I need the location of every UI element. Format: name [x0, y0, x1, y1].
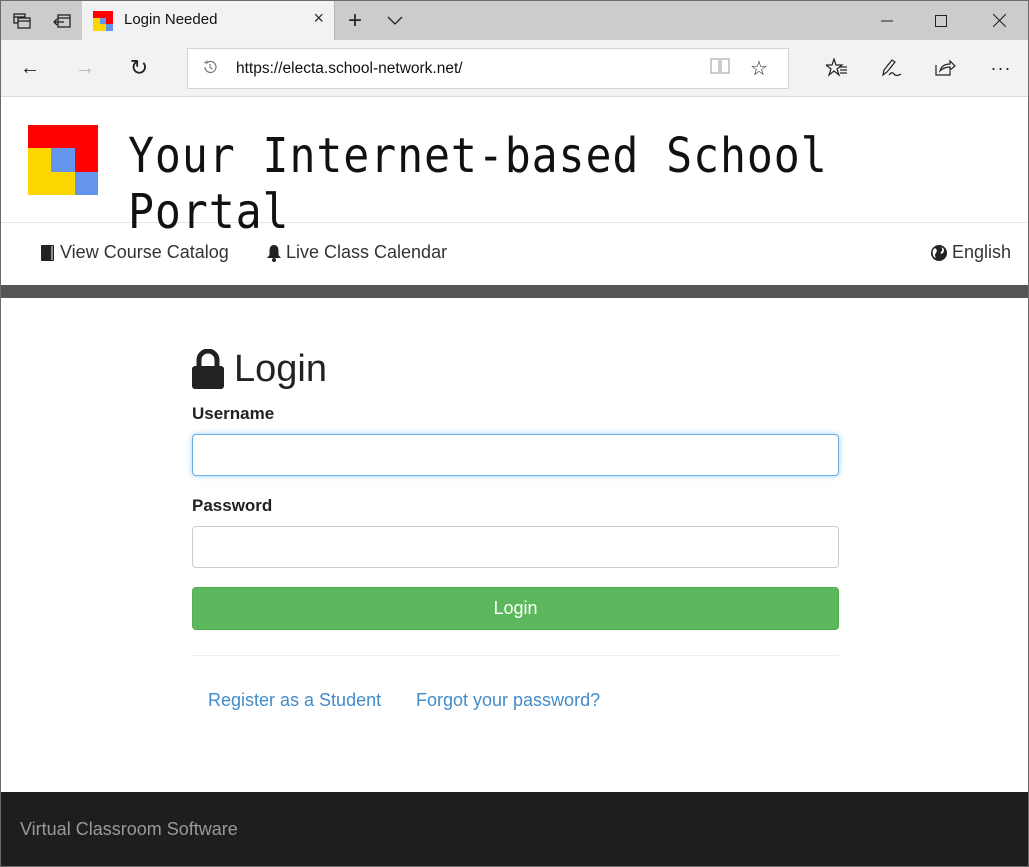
back-icon[interactable]: ← [10, 50, 50, 86]
book-icon [41, 244, 54, 261]
tab-title: Login Needed [124, 11, 218, 28]
minimize-icon[interactable] [860, 1, 914, 40]
tab-set-aside-icon[interactable] [2, 1, 42, 40]
language-selector[interactable]: English [930, 242, 1011, 263]
maximize-icon[interactable] [914, 1, 968, 40]
active-tab[interactable]: Login Needed × [82, 1, 334, 41]
browser-window: Login Needed × + ← → ↻ https://electa.sc… [0, 0, 1029, 867]
language-label: English [952, 242, 1012, 262]
menu-item-label: View Course Catalog [60, 242, 229, 262]
favorite-star-icon[interactable]: ☆ [750, 56, 768, 81]
address-bar-row: ← → ↻ https://electa.school-network.net/… [1, 40, 1028, 97]
address-bar[interactable]: https://electa.school-network.net/ ☆ [187, 48, 789, 89]
history-icon [202, 59, 218, 80]
header-divider-bar [1, 285, 1028, 298]
menu-item-class-calendar[interactable]: Live Class Calendar [266, 242, 447, 263]
site-menu: View Course Catalog Live Class Calendar … [1, 223, 1028, 285]
login-heading: Login [192, 341, 839, 397]
username-input[interactable] [192, 434, 839, 476]
site-logo[interactable] [28, 125, 98, 195]
new-tab-icon[interactable]: + [335, 1, 375, 40]
forgot-password-link[interactable]: Forgot your password? [416, 690, 600, 711]
register-student-link[interactable]: Register as a Student [208, 690, 381, 711]
menu-item-course-catalog[interactable]: View Course Catalog [40, 242, 229, 263]
lock-icon [192, 349, 224, 389]
password-label: Password [192, 496, 273, 515]
share-icon[interactable] [925, 50, 965, 86]
close-window-icon[interactable] [972, 1, 1026, 40]
password-input[interactable] [192, 526, 839, 568]
forward-icon[interactable]: → [65, 50, 105, 86]
globe-icon [931, 244, 947, 261]
site-footer: Virtual Classroom Software [1, 792, 1028, 866]
tab-bar: Login Needed × + [1, 1, 1028, 41]
bell-icon [267, 244, 281, 262]
refresh-icon[interactable]: ↻ [119, 50, 159, 86]
username-label: Username [192, 404, 275, 423]
reading-view-book-icon[interactable] [710, 58, 730, 79]
menu-item-label: Live Class Calendar [286, 242, 448, 262]
tab-close-icon[interactable]: × [313, 8, 324, 29]
form-divider [192, 655, 839, 656]
site-header: Your Internet-based School Portal [1, 98, 1028, 240]
login-button[interactable]: Login [192, 587, 839, 630]
notes-pen-icon[interactable] [871, 50, 911, 86]
login-form: Login Username Password Login Register a… [192, 341, 839, 710]
site-favicon [93, 11, 113, 31]
tab-list-chevron-down-icon[interactable] [375, 1, 415, 40]
footer-text: Virtual Classroom Software [20, 819, 238, 839]
tab-preview-icon[interactable] [42, 1, 82, 40]
more-options-icon[interactable]: ··· [981, 50, 1021, 86]
favorites-list-icon[interactable] [817, 50, 857, 86]
url-text[interactable]: https://electa.school-network.net/ [236, 60, 463, 78]
login-heading-text: Login [234, 347, 327, 390]
